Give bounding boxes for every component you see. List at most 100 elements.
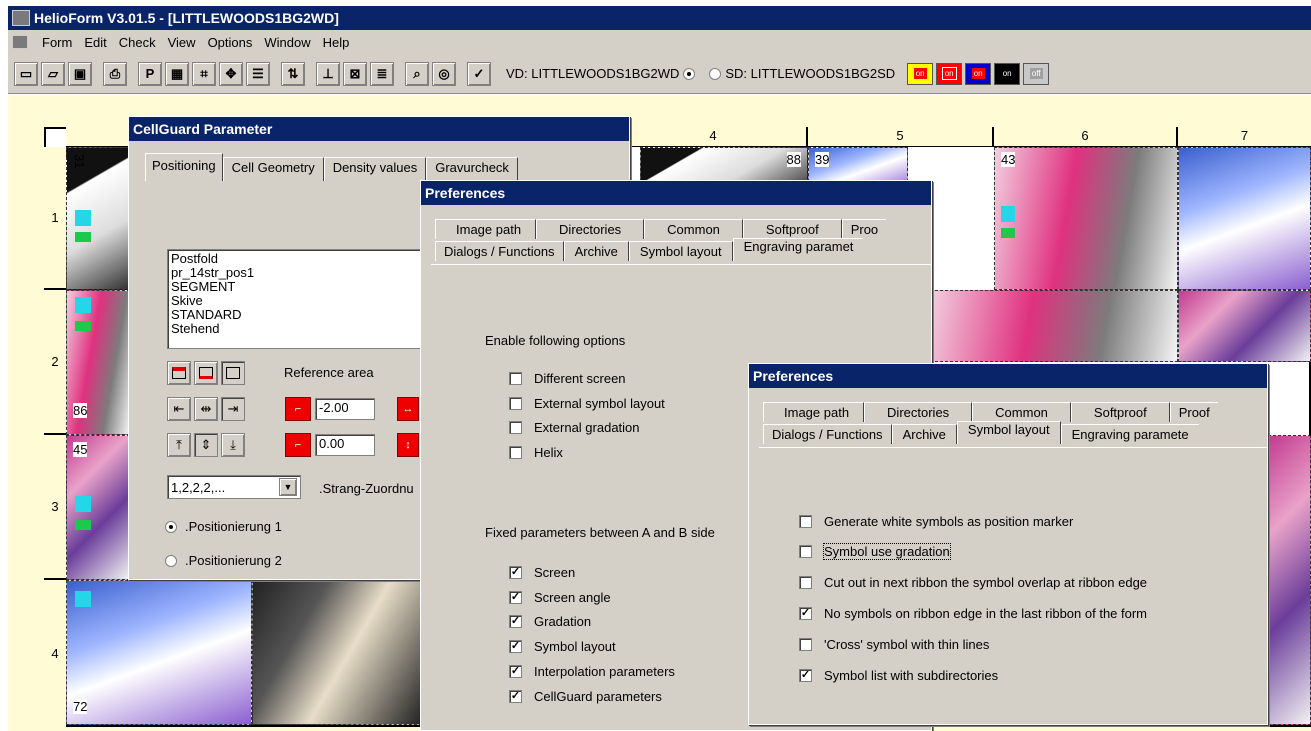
- align-top-icon[interactable]: ⤒: [167, 433, 191, 457]
- row-header-1[interactable]: 1: [44, 147, 66, 290]
- reference-top-icon[interactable]: [167, 361, 191, 385]
- lines-icon[interactable]: ≣: [370, 61, 394, 86]
- cell-image[interactable]: [252, 580, 422, 725]
- checkbox-checked[interactable]: ✓: [509, 566, 522, 579]
- cell-image[interactable]: 45: [66, 435, 130, 580]
- positionierung-1-radio[interactable]: [165, 520, 177, 533]
- column-header-7[interactable]: 7: [1178, 127, 1311, 147]
- x-offset-right-icon[interactable]: ↔: [397, 397, 419, 421]
- checkbox[interactable]: [799, 515, 812, 528]
- checkbox-checked[interactable]: ✓: [799, 669, 812, 682]
- option-white-symbols[interactable]: Generate white symbols as position marke…: [799, 514, 1073, 529]
- positionierung-2-option[interactable]: .Positionierung 2: [165, 553, 282, 568]
- checkbox-checked[interactable]: ✓: [509, 591, 522, 604]
- tab-directories[interactable]: Directories: [536, 219, 645, 239]
- p-tool-icon[interactable]: P: [138, 61, 162, 86]
- state-button-red[interactable]: on: [936, 62, 963, 85]
- tab-gravurcheck[interactable]: Gravurcheck: [426, 157, 518, 181]
- new-file-icon[interactable]: ▭: [14, 61, 38, 86]
- list-icon[interactable]: ☰: [246, 61, 270, 86]
- align-center-h-icon[interactable]: ⇹: [194, 397, 218, 421]
- checkbox[interactable]: [799, 576, 812, 589]
- save-icon[interactable]: ▣: [68, 61, 92, 86]
- option-gradation[interactable]: ✓ Gradation: [509, 614, 591, 629]
- positioning-list[interactable]: Postfold pr_14str_pos1 SEGMENT Skive STA…: [167, 249, 421, 349]
- checkbox[interactable]: [509, 446, 522, 459]
- option-symbol-layout[interactable]: ✓ Symbol layout: [509, 639, 616, 654]
- tab-softproof[interactable]: Softproof: [742, 219, 842, 239]
- tab-engraving-parameters[interactable]: Engraving paramete: [1060, 424, 1199, 444]
- tab-archive[interactable]: Archive: [891, 424, 957, 444]
- tab-archive[interactable]: Archive: [563, 241, 629, 261]
- cell-image[interactable]: 31: [66, 147, 130, 290]
- list-item[interactable]: Skive: [171, 294, 417, 308]
- tab-engraving-parameters[interactable]: Engraving paramet: [732, 238, 864, 261]
- cell-image[interactable]: 43: [994, 147, 1178, 290]
- tab-image-path[interactable]: Image path: [763, 402, 865, 422]
- reference-bottom-icon[interactable]: [221, 361, 245, 385]
- tab-cell-geometry[interactable]: Cell Geometry: [222, 157, 324, 181]
- checkbox[interactable]: [509, 372, 522, 385]
- align-icon[interactable]: ⇅: [281, 61, 305, 86]
- checkbox-checked[interactable]: ✓: [509, 690, 522, 703]
- move-icon[interactable]: ✥: [219, 61, 243, 86]
- checkbox-checked[interactable]: ✓: [799, 607, 812, 620]
- target-icon[interactable]: ◎: [432, 61, 456, 86]
- positionierung-2-radio[interactable]: [165, 554, 177, 567]
- tab-image-path[interactable]: Image path: [435, 219, 537, 239]
- option-interpolation-parameters[interactable]: ✓ Interpolation parameters: [509, 664, 675, 679]
- y-offset-right-icon[interactable]: ↕: [397, 433, 419, 457]
- cell-image[interactable]: 72: [66, 580, 252, 725]
- row-header-2[interactable]: 2: [44, 290, 66, 435]
- option-screen-angle[interactable]: ✓ Screen angle: [509, 590, 611, 605]
- align-bottom-icon[interactable]: ⤓: [221, 433, 245, 457]
- strang-select[interactable]: 1,2,2,2,... ▼: [167, 475, 301, 499]
- list-item[interactable]: pr_14str_pos1: [171, 266, 417, 280]
- open-folder-icon[interactable]: ▱: [41, 61, 65, 86]
- vd-radio[interactable]: [683, 67, 696, 80]
- option-screen[interactable]: ✓ Screen: [509, 565, 575, 580]
- tab-softproof[interactable]: Softproof: [1070, 402, 1170, 422]
- bracket-icon[interactable]: ⊥: [316, 61, 340, 86]
- x-offset-input[interactable]: -2.00: [315, 398, 375, 420]
- option-cellguard-parameters[interactable]: ✓ CellGuard parameters: [509, 689, 662, 704]
- tab-dialogs-functions[interactable]: Dialogs / Functions: [435, 241, 564, 261]
- option-external-gradation[interactable]: External gradation: [509, 420, 640, 435]
- tab-proof[interactable]: Proof: [1169, 402, 1218, 422]
- frame-icon[interactable]: ⊠: [343, 61, 367, 86]
- state-button-off[interactable]: off: [1023, 62, 1050, 85]
- option-different-screen[interactable]: Different screen: [509, 371, 626, 386]
- checkbox[interactable]: [799, 638, 812, 651]
- checkbox[interactable]: [799, 545, 812, 558]
- tab-symbol-layout[interactable]: Symbol layout: [956, 421, 1061, 444]
- align-right-icon[interactable]: ⇥: [221, 397, 245, 421]
- tab-dialogs-functions[interactable]: Dialogs / Functions: [763, 424, 892, 444]
- option-symbol-list-subdirectories[interactable]: ✓ Symbol list with subdirectories: [799, 668, 998, 683]
- cell-image[interactable]: [1268, 435, 1311, 725]
- reference-middle-icon[interactable]: [194, 361, 218, 385]
- positionierung-1-option[interactable]: .Positionierung 1: [165, 519, 282, 534]
- row-header-3[interactable]: 3: [44, 435, 66, 580]
- cell-image[interactable]: [1178, 290, 1311, 362]
- chevron-down-icon[interactable]: ▼: [279, 478, 297, 496]
- option-no-symbols-ribbon-edge[interactable]: ✓ No symbols on ribbon edge in the last r…: [799, 606, 1147, 621]
- check-icon[interactable]: ✓: [467, 61, 491, 86]
- zoom-icon[interactable]: ⌕: [405, 61, 429, 86]
- menu-options[interactable]: Options: [208, 35, 253, 50]
- option-cross-thin-lines[interactable]: 'Cross' symbol with thin lines: [799, 637, 989, 652]
- list-item[interactable]: Stehend: [171, 322, 417, 336]
- state-button-black[interactable]: on: [994, 62, 1021, 85]
- menu-view[interactable]: View: [168, 35, 196, 50]
- checkbox-checked[interactable]: ✓: [509, 665, 522, 678]
- cell-image[interactable]: [1178, 147, 1311, 290]
- list-item[interactable]: Postfold: [171, 252, 417, 266]
- cell-image[interactable]: [930, 290, 1178, 362]
- tab-common[interactable]: Common: [972, 402, 1071, 422]
- grid-icon[interactable]: ▦: [165, 61, 189, 86]
- menu-window[interactable]: Window: [264, 35, 310, 50]
- tab-density-values[interactable]: Density values: [323, 157, 427, 181]
- align-center-v-icon[interactable]: ⇕: [194, 433, 218, 457]
- tab-directories[interactable]: Directories: [864, 402, 973, 422]
- document-icon[interactable]: [12, 35, 28, 49]
- list-item[interactable]: STANDARD: [171, 308, 417, 322]
